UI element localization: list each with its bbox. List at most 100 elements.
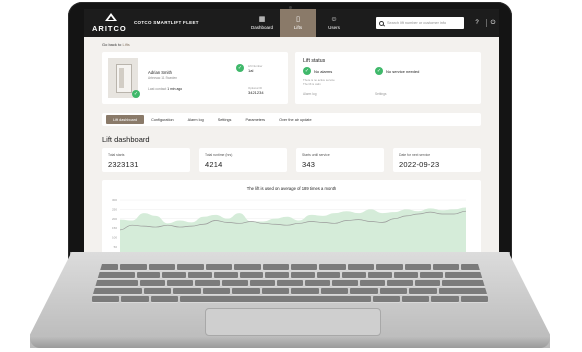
- key: [177, 264, 204, 270]
- key: [92, 280, 138, 286]
- key: [438, 288, 488, 294]
- key: [342, 272, 367, 278]
- key: [431, 296, 459, 302]
- stat-label: Total runtime (hrs): [205, 153, 233, 157]
- check-icon: ✓: [236, 64, 244, 72]
- breadcrumb[interactable]: Go back to Lifts: [102, 42, 130, 47]
- key: [379, 288, 407, 294]
- main-content: Go back to Lifts ✓ Adrian Smith Artecvac…: [84, 37, 499, 252]
- optional-id-value: 3421234: [248, 90, 264, 95]
- users-icon: ☺: [330, 16, 338, 23]
- usage-chart-card: The lift is used on average of 189 times…: [102, 180, 481, 252]
- nav-users[interactable]: ☺ Users: [316, 9, 352, 37]
- key: [232, 288, 260, 294]
- key: [387, 280, 413, 286]
- section-title: Lift dashboard: [102, 135, 150, 144]
- tab-parameters[interactable]: Parameters: [238, 115, 272, 124]
- check-icon: ✓: [303, 67, 311, 75]
- power-icon[interactable]: ⏻: [488, 18, 498, 28]
- stat-starts-until-service: Starts until service 343: [296, 148, 384, 172]
- lift-info-card: ✓ Adrian Smith Artecvac 11 Sweden Last c…: [102, 52, 288, 104]
- stat-label: Total starts: [108, 153, 125, 157]
- tab-alarm-log[interactable]: Alarm log: [181, 115, 211, 124]
- keyboard-row: [90, 296, 490, 302]
- key: [92, 288, 142, 294]
- service-status: No service needed: [386, 69, 420, 74]
- key: [92, 296, 120, 302]
- tab-configuration[interactable]: Configuration: [144, 115, 181, 124]
- tab-over-the-air-update[interactable]: Over the air update: [272, 115, 319, 124]
- key: [290, 264, 318, 270]
- keyboard-row: [90, 280, 490, 286]
- lift-status-card: Lift status ✓ No alarms There is no acti…: [295, 52, 481, 104]
- breadcrumb-link-lifts[interactable]: Lifts: [122, 42, 129, 47]
- owner-address: Artecvac 11 Sweden: [148, 76, 177, 80]
- key: [234, 264, 261, 270]
- y-tick-label: 150: [112, 226, 117, 230]
- key: [319, 264, 346, 270]
- key: [393, 272, 418, 278]
- key: [150, 296, 178, 302]
- key: [173, 288, 201, 294]
- y-tick-label: 50: [114, 245, 118, 249]
- key: [249, 280, 276, 286]
- key: [143, 288, 171, 294]
- help-icon[interactable]: ?: [472, 18, 482, 28]
- nav-lifts[interactable]: ▯ Lifts: [280, 9, 316, 37]
- key: [213, 272, 238, 278]
- tab-settings[interactable]: Settings: [211, 115, 239, 124]
- lift-number-value: 1al: [248, 68, 254, 73]
- key: [222, 280, 248, 286]
- key: [162, 272, 187, 278]
- key: [202, 288, 230, 294]
- stat-value: 343: [302, 160, 316, 169]
- key: [167, 280, 193, 286]
- key: [419, 272, 444, 278]
- check-icon: ✓: [375, 67, 383, 75]
- settings-link[interactable]: Settings: [375, 92, 387, 96]
- y-tick-label: 300: [112, 198, 117, 202]
- header-divider: [486, 19, 487, 27]
- alarm-log-link[interactable]: Alarm log: [303, 92, 316, 96]
- key: [460, 296, 488, 302]
- y-tick-label: 250: [112, 208, 117, 212]
- lift-cabin-icon: [116, 64, 132, 93]
- last-contact-value: 1 min ago: [167, 87, 183, 91]
- stat-total-runtime: Total runtime (hrs) 4214: [199, 148, 287, 172]
- owner-name: Adrian Smith: [148, 70, 172, 75]
- brand-logo[interactable]: ARITCO: [92, 13, 128, 35]
- key: [347, 264, 375, 270]
- key: [277, 280, 303, 286]
- key: [359, 280, 386, 286]
- key: [194, 280, 221, 286]
- stat-value: 2323131: [108, 160, 139, 169]
- triangle-logo-icon: [105, 13, 117, 21]
- key: [262, 264, 289, 270]
- app-header: ARITCO COTCO SMARTLIFT FLEET ▦ Dashboard…: [84, 9, 499, 37]
- app-name: COTCO SMARTLIFT FLEET: [134, 20, 199, 25]
- key: [409, 288, 437, 294]
- laptop-front-edge: [30, 336, 550, 348]
- spacebar: [179, 296, 371, 302]
- grid-icon: ▦: [258, 16, 266, 23]
- key: [376, 264, 403, 270]
- lift-tabs: Lift dashboard Configuration Alarm log S…: [102, 113, 481, 126]
- nav-dashboard[interactable]: ▦ Dashboard: [244, 9, 280, 37]
- key: [368, 272, 392, 278]
- y-tick-label: 200: [112, 217, 117, 221]
- key: [120, 264, 147, 270]
- laptop-mockup: ARITCO COTCO SMARTLIFT FLEET ▦ Dashboard…: [0, 0, 582, 352]
- brand-name: ARITCO: [92, 24, 127, 33]
- keyboard-row: [90, 264, 490, 270]
- breadcrumb-prefix: Go back to: [102, 42, 122, 47]
- nav-label: Users: [328, 25, 340, 30]
- key: [442, 280, 489, 286]
- key: [291, 272, 315, 278]
- key: [433, 264, 460, 270]
- key: [414, 280, 441, 286]
- tab-lift-dashboard[interactable]: Lift dashboard: [106, 115, 145, 124]
- nav-label: Lifts: [293, 25, 303, 30]
- key: [239, 272, 264, 278]
- search-input[interactable]: [387, 21, 463, 25]
- stat-label: Date for next service: [399, 153, 431, 157]
